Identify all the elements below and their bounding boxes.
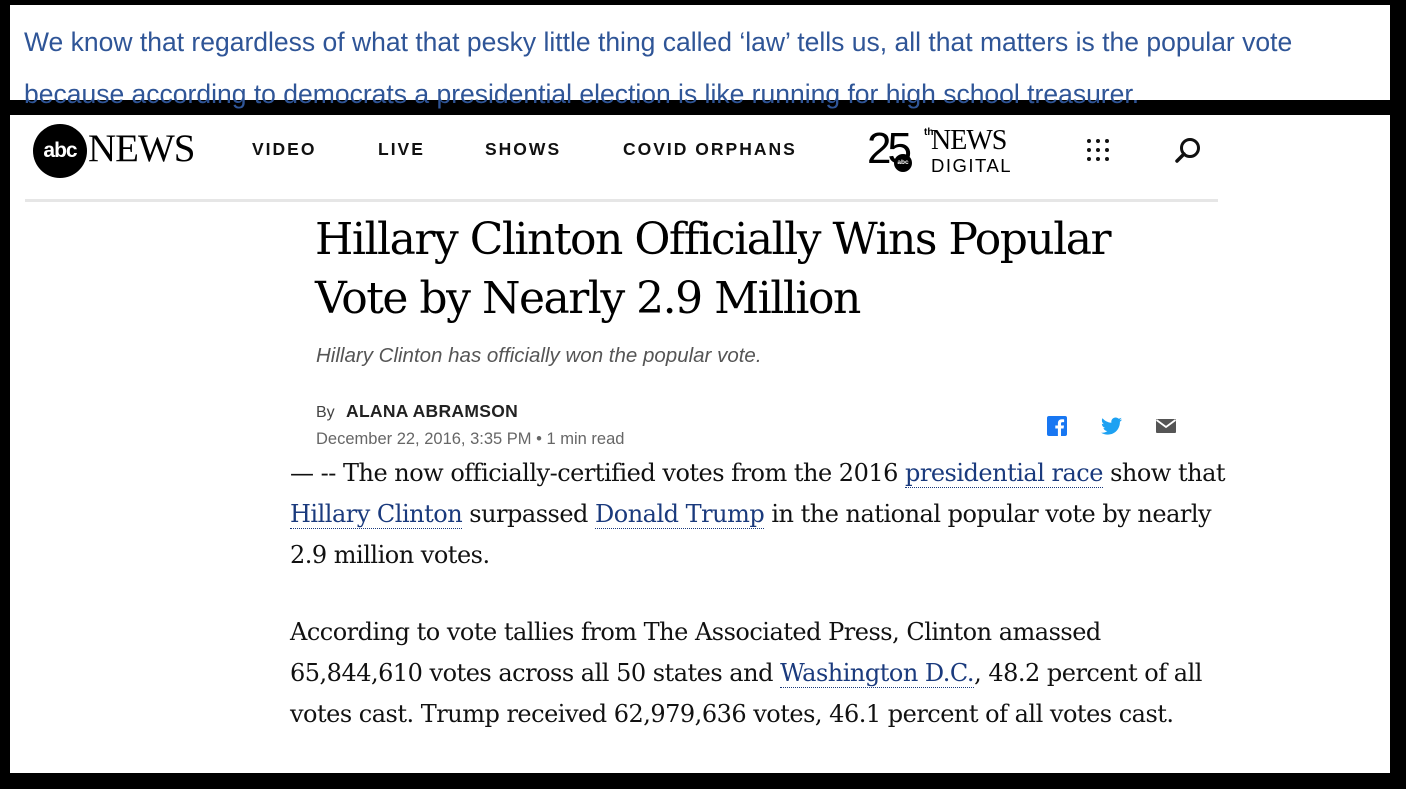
nav-item-covid-orphans[interactable]: COVID ORPHANS (623, 139, 797, 160)
article-paragraph-2: According to vote tallies from The Assoc… (290, 612, 1230, 735)
anniversary-digital: DIGITAL (931, 155, 1013, 176)
abc-logo[interactable]: abc (33, 124, 87, 178)
article-paragraph-1: — -- The now officially-certified votes … (290, 453, 1230, 576)
link-hillary-clinton[interactable]: Hillary Clinton (290, 500, 463, 529)
article-dateline: December 22, 2016, 3:35 PM • 1 min read (316, 430, 625, 448)
article-headline: Hillary Clinton Officially Wins Popular … (315, 214, 1112, 324)
link-washington-dc[interactable]: Washington D.C. (780, 659, 975, 688)
paragraph-text: — -- The now officially-certified votes … (290, 459, 906, 487)
email-icon[interactable] (1153, 413, 1179, 439)
nav-item-shows[interactable]: SHOWS (485, 139, 561, 160)
news-digital-25th-logo[interactable]: 25 th abc NEWS DIGITAL (867, 124, 1011, 180)
facebook-icon[interactable] (1044, 413, 1070, 439)
nav-item-live[interactable]: LIVE (378, 139, 425, 160)
anniversary-news: NEWS (931, 125, 1007, 156)
paragraph-text: show that (1102, 459, 1226, 487)
caption-text: We know that regardless of what that pes… (24, 27, 1293, 109)
twitter-icon[interactable] (1098, 413, 1124, 439)
link-presidential-race[interactable]: presidential race (905, 459, 1103, 488)
byline-label: By (316, 404, 335, 421)
site-header: abc NEWS VIDEO LIVE SHOWS COVID ORPHANS … (10, 115, 1220, 199)
caption-box: We know that regardless of what that pes… (10, 5, 1390, 109)
header-divider (25, 199, 1218, 202)
grid-menu-icon[interactable] (1085, 137, 1111, 163)
abc-mini-logo: abc (894, 154, 912, 172)
news-logo-text[interactable]: NEWS (88, 127, 195, 171)
link-donald-trump[interactable]: Donald Trump (595, 500, 765, 529)
author-name[interactable]: ALANA ABRAMSON (346, 401, 518, 422)
search-icon[interactable] (1173, 136, 1203, 166)
article-subheadline: Hillary Clinton has officially won the p… (316, 344, 762, 367)
paragraph-text: surpassed (462, 500, 596, 528)
nav-item-video[interactable]: VIDEO (252, 139, 316, 160)
article-screenshot: abc NEWS VIDEO LIVE SHOWS COVID ORPHANS … (10, 115, 1390, 773)
